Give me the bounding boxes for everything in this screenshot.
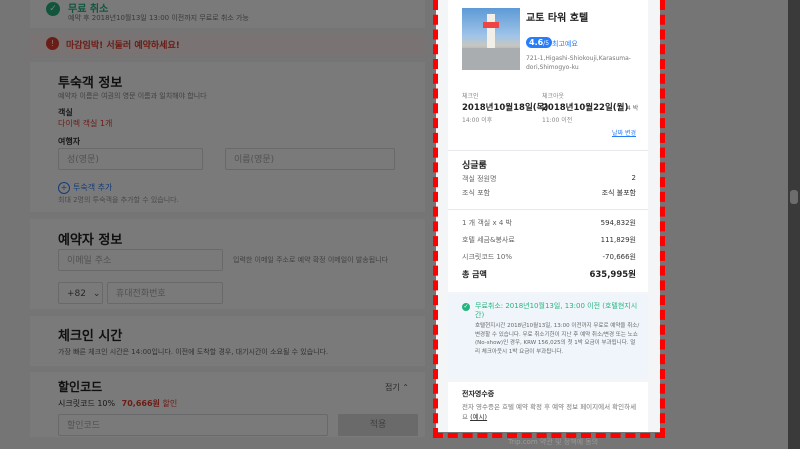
promo-code-input[interactable]: 할인코드 xyxy=(58,414,328,436)
booking-summary-panel: 교토 타워 호텔 4.6/5 최고예요 721-1,Higashi-Shioko… xyxy=(436,0,660,432)
room-label: 객실 xyxy=(58,108,73,117)
promo-apply-button[interactable]: 적용 xyxy=(338,414,418,436)
promo-title: 할인코드 xyxy=(58,380,103,394)
room-title: 싱글룸 xyxy=(462,161,487,171)
receipt-example-link[interactable]: (예시) xyxy=(470,413,487,421)
checkout-time: 11:00 이전 xyxy=(542,117,573,124)
room-value: 다이렉 객실 1개 xyxy=(58,119,113,128)
email-hint: 입력한 이메일 주소로 예약 확정 이메일이 발송됩니다 xyxy=(233,256,389,264)
change-dates-link[interactable]: 날짜 변경 xyxy=(612,128,636,137)
country-code-select[interactable]: +82 ⌄ xyxy=(58,282,103,304)
traveler-label: 여행자 xyxy=(58,137,81,146)
cancellation-body: 호텔현지시간 2018년10월13일, 13:00 이전까지 무료로 예약을 취… xyxy=(475,323,640,355)
urgent-text: 마감임박! 서둘러 예약하세요! xyxy=(66,41,180,51)
price-card: 1 개 객실 x 4 박 594,832원 호텔 세금&봉사료 111,829원… xyxy=(448,209,648,292)
hotel-name: 교토 타워 호텔 xyxy=(526,13,589,24)
hotel-card: 교토 타워 호텔 4.6/5 최고예요 721-1,Higashi-Shioko… xyxy=(448,0,648,150)
rating-badge: 4.6/5 xyxy=(526,37,553,48)
rating-unit: /5 xyxy=(543,40,550,47)
guest-info-hint: 예약자 이름은 여권의 영문 이름과 일치해야 합니다 xyxy=(58,92,207,100)
check-circle-icon: ✓ xyxy=(462,303,470,311)
promo-code-suffix: 할인 xyxy=(162,399,178,408)
promo-section: 할인코드 접기 ⌃ 시크릿코드 10% 70,666원 할인 할인코드 적용 xyxy=(30,372,425,437)
guest-info-title: 투숙객 정보 xyxy=(58,76,123,91)
scrollbar[interactable] xyxy=(788,0,800,449)
checkin-time-section: 체크인 시간 가장 빠른 체크인 시간은 14:00입니다. 이전에 도착할 경… xyxy=(30,316,425,366)
chevron-down-icon: ⌄ xyxy=(92,289,101,299)
checkout-date: 2018년10월22일(월) xyxy=(542,103,629,113)
total-value: 635,995원 xyxy=(589,270,636,280)
alarm-icon: ! xyxy=(46,37,59,50)
country-code-value: +82 xyxy=(67,289,86,299)
booking-page: ✓ 무료 취소 예약 후 2018년10월13일 13:00 이전까지 무료로 … xyxy=(0,0,800,449)
cancellation-card: ✓ 무료취소: 2018년10월13일, 13:00 이전 (호텔현지시간) 호… xyxy=(448,294,648,378)
price-line-3-value: -70,666원 xyxy=(602,253,636,261)
price-line-3-label: 시크릿코드 10% xyxy=(462,253,512,261)
receipt-card: 전자영수증 전자 영수증은 호텔 예약 확정 후 예약 정보 페이지에서 확인하… xyxy=(448,382,648,432)
room-card: 싱글룸 객실 정원명 2 조식 포함 조식 불포함 xyxy=(448,150,648,209)
free-cancel-banner: ✓ 무료 취소 예약 후 2018년10월13일 13:00 이전까지 무료로 … xyxy=(30,0,425,28)
add-guest-hint: 최대 2명의 투숙객을 추가할 수 있습니다. xyxy=(58,196,179,204)
promo-toggle-label: 접기 xyxy=(385,383,400,392)
receipt-body-text: 전자 영수증은 호텔 예약 확정 후 예약 정보 페이지에서 확인하세요 xyxy=(462,403,637,421)
price-line-1-label: 1 개 객실 x 4 박 xyxy=(462,219,512,227)
price-line-2-value: 111,829원 xyxy=(600,236,636,244)
check-icon: ✓ xyxy=(46,2,60,16)
hotel-photo xyxy=(462,8,520,70)
promo-code-line: 시크릿코드 10% 70,666원 할인 xyxy=(58,398,177,409)
first-name-input[interactable]: 이름(영문) xyxy=(225,148,395,170)
promo-code-amount: 70,666원 xyxy=(121,399,160,408)
price-line-1-value: 594,832원 xyxy=(600,219,636,227)
footer: Trip.com 약관 및 정책에 동의 xyxy=(0,437,800,449)
phone-input[interactable]: 휴대전화번호 xyxy=(107,282,223,304)
hotel-address: 721-1,Higashi-Shiokouji,Karasuma-dori,Sh… xyxy=(526,55,631,71)
receipt-body: 전자 영수증은 호텔 예약 확정 후 예약 정보 페이지에서 확인하세요 (예시… xyxy=(462,402,642,422)
promo-toggle[interactable]: 접기 ⌃ xyxy=(385,382,409,393)
checkin-label: 체크인 xyxy=(462,93,479,100)
checkin-title: 체크인 시간 xyxy=(58,329,123,344)
rating-text: 최고예요 xyxy=(552,40,578,48)
price-line-2-label: 호텔 세금&봉사료 xyxy=(462,236,515,244)
chevron-up-icon: ⌃ xyxy=(402,383,409,392)
checkin-date: 2018년10월18일(목) xyxy=(462,103,549,113)
receipt-title: 전자영수증 xyxy=(462,390,495,398)
meal-value: 조식 불포함 xyxy=(601,189,636,197)
checkin-time: 14:00 이후 xyxy=(462,117,493,124)
guest-info-section: 투숙객 정보 예약자 이름은 여권의 영문 이름과 일치해야 합니다 객실 다이… xyxy=(30,62,425,212)
email-input[interactable]: 이메일 주소 xyxy=(58,249,223,271)
footer-text: Trip.com 약관 및 정책에 동의 xyxy=(508,438,599,446)
free-cancel-desc: 예약 후 2018년10월13일 13:00 이전까지 무료로 취소 가능 xyxy=(68,14,249,22)
rating-value: 4.6 xyxy=(529,38,544,47)
booking-form: ✓ 무료 취소 예약 후 2018년10월13일 13:00 이전까지 무료로 … xyxy=(30,0,425,449)
capacity-label: 객실 정원명 xyxy=(462,175,497,183)
total-label: 총 금액 xyxy=(462,270,487,279)
nights-count: 4 박 xyxy=(627,105,639,112)
contact-title: 예약자 정보 xyxy=(58,233,123,248)
checkout-label: 체크아웃 xyxy=(542,93,565,100)
contact-section: 예약자 정보 이메일 주소 입력한 이메일 주소로 예약 확정 이메일이 발송됩… xyxy=(30,219,425,309)
cancellation-title: 무료취소: 2018년10월13일, 13:00 이전 (호텔현지시간) xyxy=(475,302,638,319)
add-guest-link[interactable]: 투숙객 추가 xyxy=(73,182,112,193)
urgent-banner: ! 마감임박! 서둘러 예약하세요! xyxy=(30,33,425,55)
capacity-value: 2 xyxy=(631,174,636,182)
checkin-desc: 가장 빠른 체크인 시간은 14:00입니다. 이전에 도착할 경우, 대기시간… xyxy=(58,348,329,356)
last-name-input[interactable]: 성(영문) xyxy=(58,148,203,170)
scrollbar-thumb[interactable] xyxy=(790,190,798,204)
meal-label: 조식 포함 xyxy=(462,189,490,197)
promo-code-label: 시크릿코드 10% xyxy=(58,399,116,408)
add-circle-icon[interactable]: + xyxy=(58,182,70,194)
